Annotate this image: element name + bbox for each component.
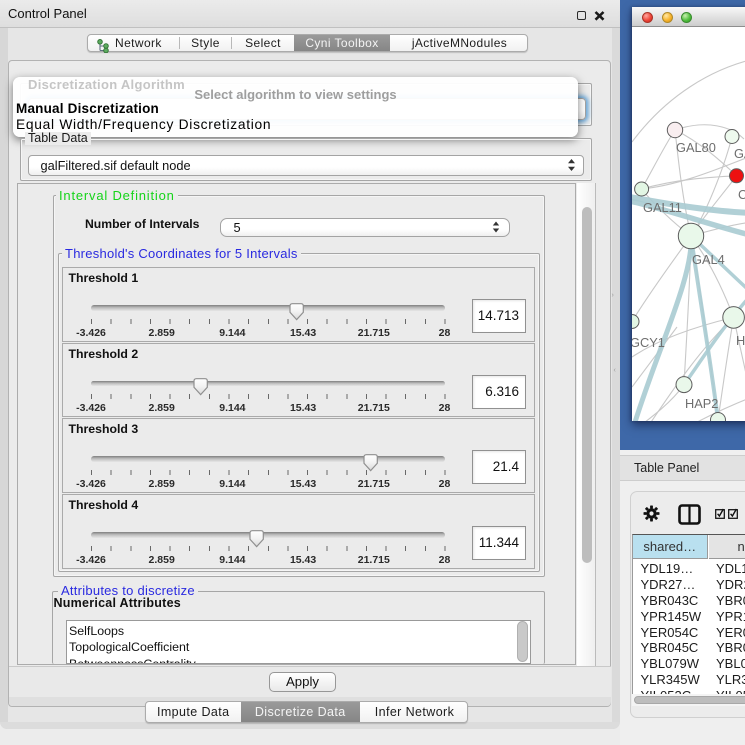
svg-text:GCY1: GCY1 (632, 335, 665, 350)
svg-text:GAL80: GAL80 (676, 140, 716, 155)
svg-text:H: H (736, 333, 745, 348)
svg-text:C: C (738, 187, 745, 202)
svg-text:GA: GA (734, 146, 745, 161)
svg-text:GAL4: GAL4 (692, 252, 725, 267)
svg-text:GAL11: GAL11 (643, 200, 682, 215)
svg-text:HAP2: HAP2 (685, 396, 718, 411)
